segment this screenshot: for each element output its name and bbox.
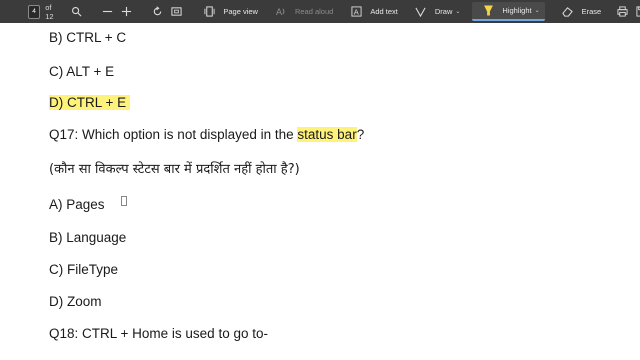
chevron-down-icon[interactable]: ⌄ [455,8,460,15]
option-d: D) Zoom [49,294,102,309]
chevron-down-icon[interactable]: ⌄ [535,7,540,14]
erase-button[interactable]: Erase [557,0,602,23]
option-a-text: A) Pages [49,197,105,212]
zoom-out-icon[interactable] [102,5,113,19]
option-a: A) Pages [49,196,127,214]
highlight-icon [481,4,495,18]
question-18: Q18: CTRL + Home is used to go to- [49,326,268,341]
search-icon[interactable] [71,5,82,19]
question-17-text: Q17: Which option is not displayed in th… [49,127,298,142]
answer-option-b: B) CTRL + C [49,30,127,45]
pdf-toolbar: 4 of 12 Page view A Read aloud A Add tex… [0,0,640,23]
page-navigator: 4 of 12 [28,0,67,23]
question-17-mark: ? [356,127,365,142]
highlight-button[interactable]: Highlight ⌄ [472,2,545,21]
text-cursor-icon [120,196,127,206]
option-c: C) FileType [49,262,119,277]
page-view-icon [202,5,216,19]
svg-text:A: A [276,7,283,17]
draw-icon [414,5,428,19]
read-aloud-icon: A [274,5,288,19]
highlighted-status-bar: status bar [297,127,357,142]
answer-option-d-highlighted: D) CTRL + E [49,94,131,112]
question-17: Q17: Which option is not displayed in th… [49,126,364,144]
highlighted-answer: D) CTRL + E [49,95,131,110]
page-view-button[interactable]: Page view [198,0,258,23]
fit-page-icon[interactable] [171,5,182,19]
read-aloud-button[interactable]: A Read aloud [270,0,333,23]
draw-label: Draw [434,7,453,16]
page-view-label: Page view [223,7,258,16]
rotate-icon[interactable] [152,5,163,19]
page-number-input[interactable]: 4 [28,4,41,19]
option-b: B) Language [49,230,127,245]
zoom-in-icon[interactable] [121,5,132,19]
save-icon[interactable] [636,5,640,19]
svg-text:A: A [354,8,359,17]
add-text-icon: A [349,5,363,19]
page-count: of 12 [45,2,54,21]
print-icon[interactable] [617,5,628,19]
question-17-hindi: (कौन सा विकल्प स्टेटस बार में प्रदर्शित … [49,162,300,177]
add-text-button[interactable]: A Add text [345,0,398,23]
pdf-page: B) CTRL + C C) ALT + E D) CTRL + E Q17: … [0,23,640,360]
erase-label: Erase [581,7,602,16]
add-text-label: Add text [370,7,398,16]
erase-icon [561,5,575,19]
highlight-label: Highlight [502,6,532,15]
read-aloud-label: Read aloud [294,7,334,16]
answer-option-c: C) ALT + E [49,64,115,79]
draw-button[interactable]: Draw ⌄ [410,0,460,23]
